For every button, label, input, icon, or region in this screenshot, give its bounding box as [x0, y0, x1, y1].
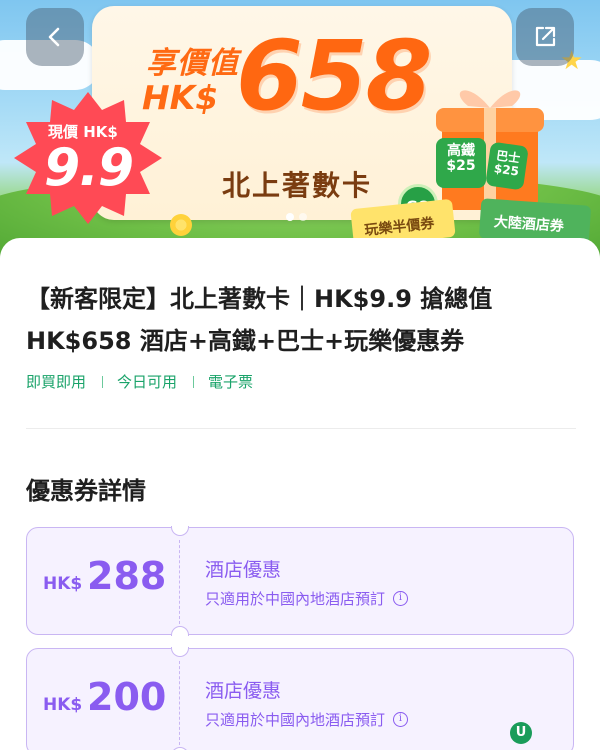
info-icon[interactable]: i [393, 591, 409, 606]
share-button[interactable] [516, 8, 574, 66]
coupon-amount: 200 [87, 675, 167, 719]
back-button[interactable] [26, 8, 84, 66]
coupon-description-text: 只適用於中國內地酒店預訂 [205, 711, 386, 729]
tag-divider [193, 375, 195, 388]
section-divider [26, 428, 576, 429]
coupon-amount: 288 [87, 554, 167, 598]
tag-e-ticket: 電子票 [208, 373, 254, 391]
coupon-description: 只適用於中國內地酒店預訂 i [205, 588, 409, 609]
coupon-currency: HK$ [43, 574, 83, 594]
u-logo-icon: U [510, 722, 532, 744]
hero-banner[interactable]: ★ 享價值 HK$ 658 北上著數卡 現價 HK$ 9.9 高鐵 $25 巴士… [0, 0, 600, 262]
carousel-dot[interactable] [299, 213, 307, 221]
rail-ticket: 高鐵 $25 [436, 138, 486, 188]
info-icon[interactable]: i [393, 712, 409, 727]
coupon-details-heading: 優惠券詳情 [26, 477, 146, 505]
tag-available-today: 今日可用 [117, 373, 178, 391]
coupon-notch [171, 526, 189, 536]
carousel-dot[interactable] [286, 213, 294, 221]
product-title: 【新客限定】北上著數卡｜HK$9.9 搶總值 HK$658 酒店+高鐵+巴士+玩… [26, 285, 493, 355]
flower-decoration [170, 214, 192, 236]
coupon-description-text: 只適用於中國內地酒店預訂 [205, 590, 386, 608]
coupon-divider [179, 540, 180, 624]
coupon-description: 只適用於中國內地酒店預訂 i [205, 709, 409, 730]
coupon-card[interactable]: HK$ 288 酒店優惠 只適用於中國內地酒店預訂 i [26, 526, 574, 636]
coupon-currency: HK$ [43, 695, 83, 715]
share-external-icon [535, 26, 556, 47]
bus-ticket: 巴士 $25 [485, 141, 529, 191]
enjoy-label: 享價值 [146, 46, 239, 81]
coupon-card[interactable]: HK$ 200 酒店優惠 只適用於中國內地酒店預訂 i [26, 647, 574, 750]
chevron-left-icon [48, 27, 60, 47]
site-watermark: U [510, 722, 532, 744]
tag-instant-use: 即買即用 [26, 373, 87, 391]
coupon-notch [171, 626, 189, 636]
product-detail-sheet: 【新客限定】北上著數卡｜HK$9.9 搶總值 HK$658 酒店+高鐵+巴士+玩… [0, 238, 600, 750]
value-amount: 658 [236, 20, 432, 132]
tag-divider [102, 375, 104, 388]
coupon-title: 酒店優惠 [205, 559, 282, 581]
coupon-divider [179, 661, 180, 745]
product-name: 北上著數卡 [222, 169, 373, 202]
carousel-dots[interactable] [286, 213, 307, 221]
current-price: 9.9 [44, 138, 134, 198]
coupon-title: 酒店優惠 [205, 680, 282, 702]
product-tags: 即買即用 今日可用 電子票 [26, 371, 253, 392]
coupon-notch [171, 647, 189, 657]
